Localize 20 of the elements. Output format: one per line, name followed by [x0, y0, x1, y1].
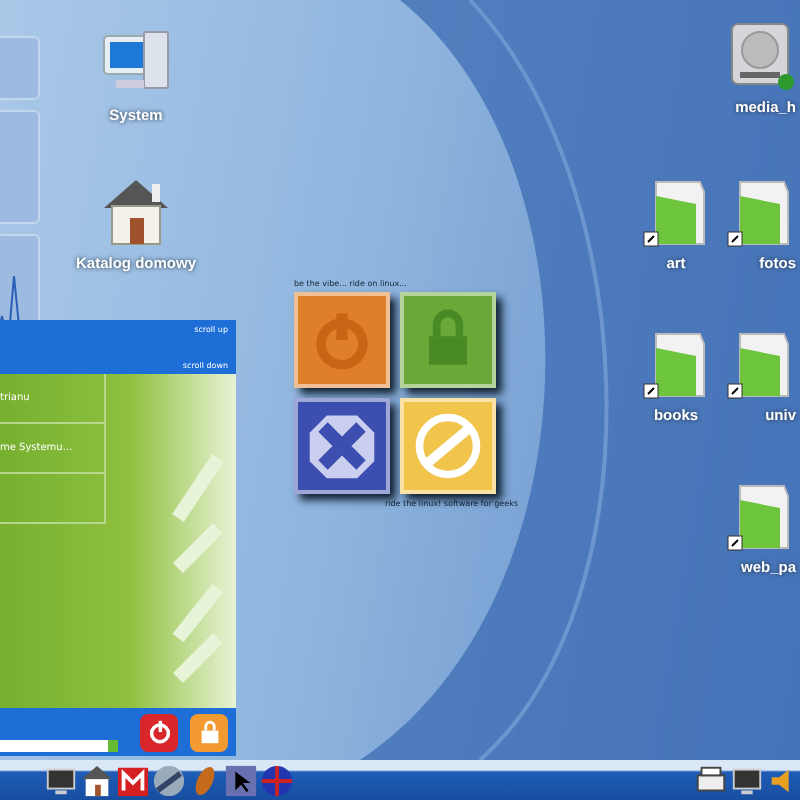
house-icon[interactable] [100, 176, 172, 248]
ring-tile[interactable] [400, 398, 496, 494]
search-field[interactable] [0, 740, 119, 752]
cancel-tile[interactable] [294, 398, 390, 494]
lock-tile[interactable] [400, 292, 496, 388]
monitor-icon[interactable] [44, 763, 78, 797]
mail-icon[interactable] [116, 763, 150, 797]
power-icon [145, 718, 174, 746]
monitor-icon[interactable] [730, 763, 764, 797]
power-tile[interactable] [294, 292, 390, 388]
lock-button[interactable] [190, 713, 229, 751]
ring-icon [410, 408, 486, 484]
cursor-icon[interactable] [224, 763, 258, 797]
house-icon[interactable] [80, 763, 114, 797]
disc-icon[interactable] [152, 763, 186, 797]
monitor-panel [0, 110, 40, 224]
globe-icon[interactable] [260, 763, 294, 797]
monitor-panel [0, 36, 40, 100]
printer-icon[interactable] [694, 763, 728, 797]
power-button[interactable] [140, 713, 179, 751]
